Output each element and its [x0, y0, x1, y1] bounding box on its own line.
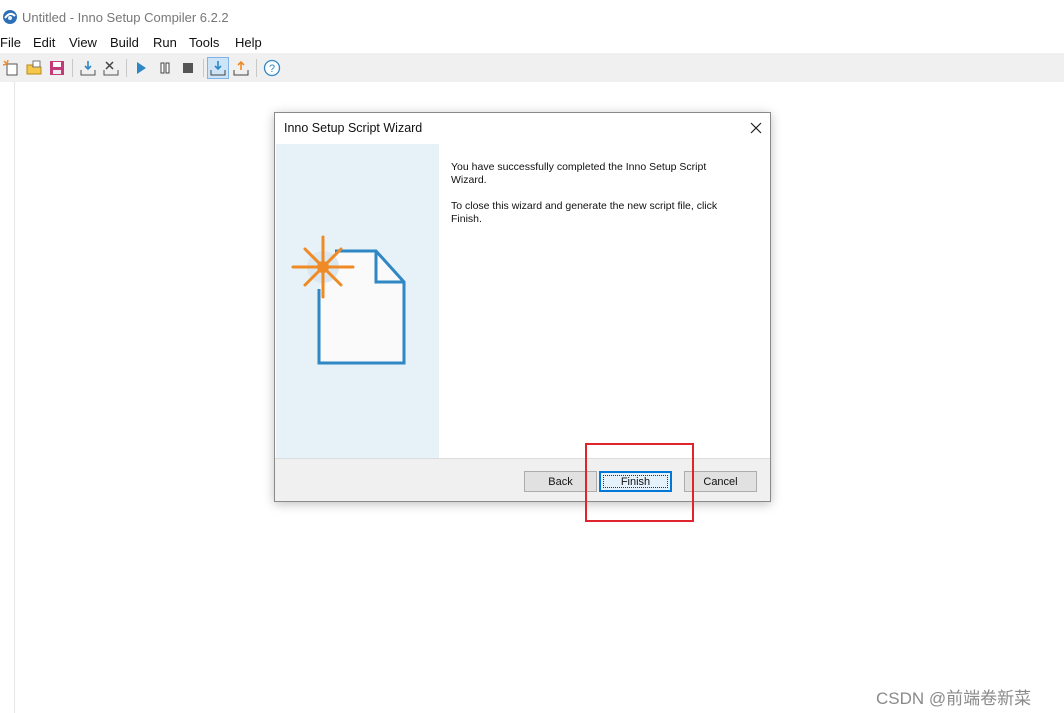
- stop-compile-icon[interactable]: [100, 57, 122, 79]
- menu-view[interactable]: View: [69, 35, 97, 50]
- menu-help[interactable]: Help: [235, 35, 262, 50]
- help-icon[interactable]: ?: [261, 57, 283, 79]
- target-uninstall-icon[interactable]: [230, 57, 252, 79]
- pause-icon[interactable]: [154, 57, 176, 79]
- toolbar-separator: [126, 59, 127, 77]
- title-bar: Untitled - Inno Setup Compiler 6.2.2: [0, 0, 1064, 34]
- completion-message: You have successfully completed the Inno…: [451, 161, 707, 186]
- cancel-button[interactable]: Cancel: [684, 471, 757, 492]
- menu-run[interactable]: Run: [153, 35, 177, 50]
- inno-setup-app-icon: [3, 10, 17, 24]
- menu-build[interactable]: Build: [110, 35, 139, 50]
- toolbar-separator: [203, 59, 204, 77]
- toolbar-separator: [72, 59, 73, 77]
- target-setup-icon[interactable]: [207, 57, 229, 79]
- dialog-title: Inno Setup Script Wizard: [284, 121, 423, 135]
- new-script-document-icon: [291, 235, 406, 365]
- menu-edit[interactable]: Edit: [33, 35, 55, 50]
- run-icon[interactable]: [130, 57, 152, 79]
- editor-gutter: [14, 82, 15, 713]
- new-icon[interactable]: [0, 57, 22, 79]
- open-icon[interactable]: [23, 57, 45, 79]
- wizard-content: You have successfully completed the Inno…: [440, 144, 770, 458]
- window-title: Untitled - Inno Setup Compiler 6.2.2: [22, 10, 229, 25]
- finish-instruction: To close this wizard and generate the ne…: [451, 200, 718, 225]
- svg-text:?: ?: [269, 63, 275, 75]
- menu-file[interactable]: File: [0, 35, 21, 50]
- save-icon[interactable]: [46, 57, 68, 79]
- back-button-label: Back: [548, 475, 573, 488]
- menu-bar: File Edit View Build Run Tools Help: [0, 34, 1064, 53]
- dialog-footer: Back Finish Cancel: [275, 458, 770, 501]
- compile-icon[interactable]: [77, 57, 99, 79]
- wizard-dialog: Inno Setup Script Wizard You have succes…: [274, 112, 771, 502]
- wizard-side-panel: [276, 144, 439, 458]
- menu-tools[interactable]: Tools: [189, 35, 219, 50]
- close-icon[interactable]: [745, 117, 767, 139]
- highlight-annotation: [585, 443, 694, 522]
- toolbar: ?: [0, 53, 1064, 82]
- toolbar-separator: [256, 59, 257, 77]
- watermark: CSDN @前端卷新菜: [876, 689, 1032, 708]
- terminate-icon[interactable]: [177, 57, 199, 79]
- cancel-button-label: Cancel: [703, 475, 738, 488]
